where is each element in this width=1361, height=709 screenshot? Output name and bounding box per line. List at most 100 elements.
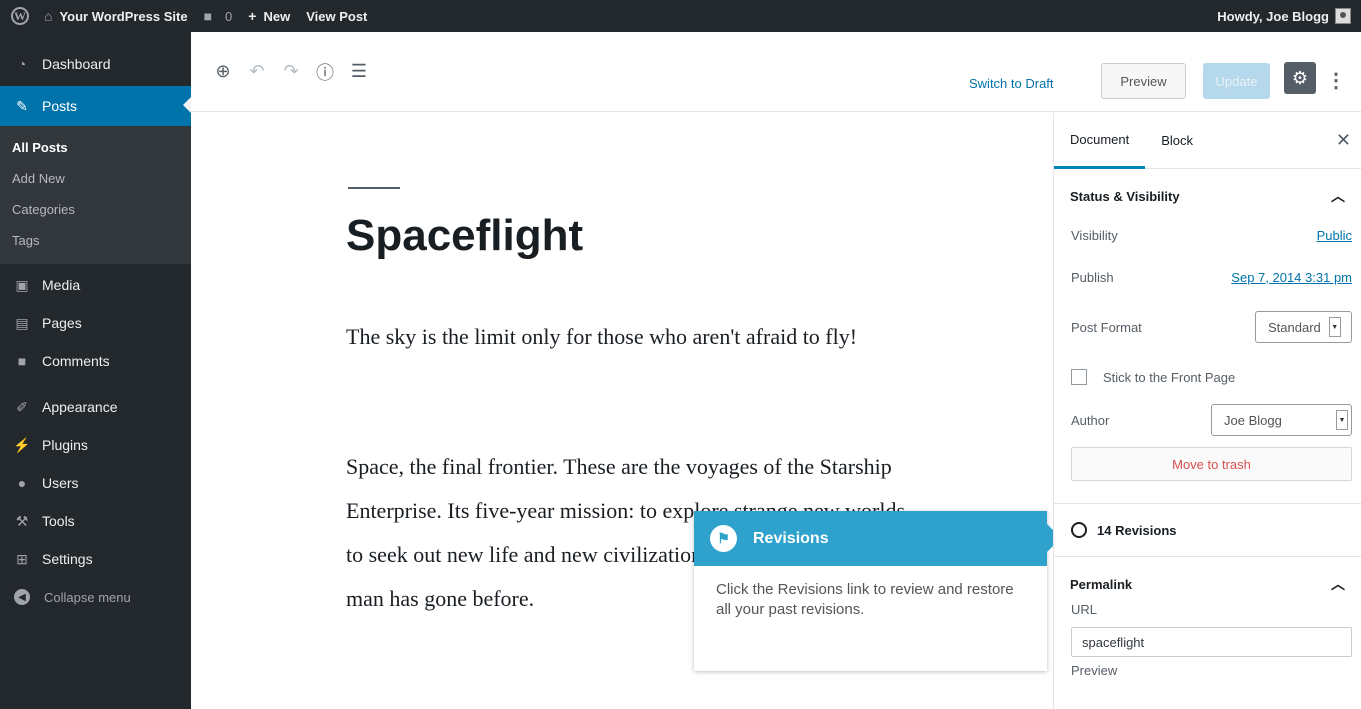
- select-value: Standard: [1268, 319, 1321, 335]
- post-format-select[interactable]: Standard ▼: [1255, 311, 1352, 343]
- collapse-menu-label: Collapse menu: [44, 589, 131, 605]
- status-visibility-toggle[interactable]: Status & Visibility ︿: [1054, 169, 1361, 223]
- comment-icon: ■: [17, 353, 27, 369]
- sidebar-item-plugins[interactable]: ⚡ Plugins: [0, 426, 191, 464]
- wordpress-logo-icon[interactable]: W: [4, 0, 36, 32]
- sidebar-item-label: Users: [42, 475, 79, 491]
- url-slug-input[interactable]: spaceflight: [1071, 627, 1352, 657]
- site-name-link[interactable]: ⌂ Your WordPress Site: [36, 0, 196, 32]
- visibility-label: Visibility: [1071, 227, 1118, 243]
- revisions-label: 14 Revisions: [1097, 522, 1177, 538]
- sidebar-item-settings[interactable]: ⊞ Settings: [0, 540, 191, 578]
- collapse-arrow-icon: ◀: [14, 589, 30, 605]
- sidebar-item-label: Pages: [42, 315, 82, 331]
- my-account-link[interactable]: Howdy, Joe Blogg: [1209, 0, 1361, 32]
- visibility-link[interactable]: Public: [1317, 228, 1352, 243]
- section-title: Permalink: [1070, 576, 1133, 592]
- stick-label: Stick to the Front Page: [1103, 369, 1236, 385]
- redo-icon[interactable]: ↷: [279, 60, 303, 84]
- editor-toolbar: ⊕ ↶ ↷ ⓘ ☰ Switch to Draft Preview Update…: [191, 32, 1361, 112]
- admin-sidebar: ◔ Dashboard ✎ Posts All Posts Add New Ca…: [0, 32, 191, 709]
- revisions-link[interactable]: 14 Revisions: [1054, 504, 1361, 556]
- visibility-row: Visibility Public: [1054, 219, 1361, 251]
- comments-count: 0: [225, 8, 233, 24]
- settings-sidebar: Document Block ✕ Status & Visibility ︿ V…: [1053, 113, 1361, 709]
- settings-sliders-icon: ⊞: [16, 550, 28, 567]
- sidebar-item-label: Dashboard: [42, 56, 111, 72]
- stick-row: Stick to the Front Page: [1054, 355, 1361, 399]
- move-to-trash-button[interactable]: Move to trash: [1071, 447, 1352, 481]
- outline-icon[interactable]: ☰: [347, 60, 371, 84]
- sidebar-item-media[interactable]: ▣ Media: [0, 266, 191, 304]
- info-icon[interactable]: ⓘ: [313, 60, 337, 84]
- view-post-label: View Post: [306, 8, 368, 24]
- sidebar-item-comments[interactable]: ■ Comments: [0, 342, 191, 380]
- sidebar-item-label: Tools: [42, 513, 75, 529]
- sidebar-item-tools[interactable]: ⚒ Tools: [0, 502, 191, 540]
- settings-tabs: Document Block ✕: [1054, 113, 1361, 169]
- tab-document[interactable]: Document: [1054, 113, 1146, 169]
- update-button[interactable]: Update: [1203, 63, 1270, 99]
- tab-block[interactable]: Block: [1145, 113, 1209, 169]
- clock-history-icon: [1071, 522, 1087, 538]
- sidebar-subitem-add-new[interactable]: Add New: [0, 163, 191, 194]
- tooltip-header: ⚑ Revisions: [694, 511, 1061, 566]
- sidebar-subitem-categories[interactable]: Categories: [0, 194, 191, 225]
- url-label-row: URL: [1054, 599, 1361, 619]
- revisions-tooltip: ⚑ Revisions Click the Revisions link to …: [694, 511, 1061, 671]
- publish-date-link[interactable]: Sep 7, 2014 3:31 pm: [1231, 270, 1352, 285]
- sidebar-item-label: Settings: [42, 551, 93, 567]
- url-label: URL: [1071, 601, 1098, 617]
- preview-label-row: Preview: [1054, 659, 1361, 681]
- stick-checkbox[interactable]: [1071, 369, 1087, 385]
- chevron-up-icon: ︿: [1331, 188, 1345, 204]
- chevron-down-icon: ▼: [1336, 410, 1348, 430]
- sidebar-item-users[interactable]: ● Users: [0, 464, 191, 502]
- view-post-link[interactable]: View Post: [298, 0, 375, 32]
- new-label: New: [263, 8, 291, 24]
- close-icon[interactable]: ✕: [1336, 130, 1351, 151]
- title-divider: [348, 187, 400, 189]
- howdy-text: Howdy, Joe Blogg: [1217, 8, 1329, 24]
- post-format-label: Post Format: [1071, 319, 1142, 335]
- undo-icon[interactable]: ↶: [245, 60, 269, 84]
- collapse-menu-button[interactable]: ◀ Collapse menu: [0, 578, 191, 616]
- flag-icon: ⚑: [710, 525, 737, 552]
- sidebar-subitem-all-posts[interactable]: All Posts: [0, 132, 191, 163]
- sidebar-item-appearance[interactable]: ✐ Appearance: [0, 388, 191, 426]
- post-format-row: Post Format Standard ▼: [1054, 299, 1361, 355]
- publish-label: Publish: [1071, 269, 1114, 285]
- sidebar-item-label: Media: [42, 277, 81, 293]
- pushpin-icon: ✎: [16, 97, 28, 114]
- more-options-icon[interactable]: ⋮: [1326, 64, 1346, 96]
- sidebar-item-label: Plugins: [42, 437, 88, 453]
- preview-button[interactable]: Preview: [1101, 63, 1186, 99]
- new-content-link[interactable]: + New: [240, 0, 298, 32]
- preview-label: Preview: [1071, 662, 1118, 678]
- sidebar-item-posts[interactable]: ✎ Posts: [0, 86, 191, 126]
- sidebar-item-dashboard[interactable]: ◔ Dashboard: [0, 44, 191, 84]
- plus-icon: +: [248, 8, 257, 24]
- paragraph-block[interactable]: The sky is the limit only for those who …: [346, 315, 916, 359]
- posts-submenu: All Posts Add New Categories Tags: [0, 126, 191, 264]
- home-icon: ⌂: [44, 8, 53, 24]
- settings-gear-icon[interactable]: ⚙: [1284, 62, 1316, 94]
- add-block-icon[interactable]: ⊕: [211, 60, 235, 84]
- post-title[interactable]: Spaceflight: [346, 211, 583, 261]
- author-select[interactable]: Joe Blogg ▼: [1211, 404, 1352, 436]
- plug-icon: ⚡: [13, 436, 31, 453]
- switch-to-draft-button[interactable]: Switch to Draft: [969, 76, 1054, 91]
- select-value: Joe Blogg: [1224, 412, 1282, 428]
- sidebar-item-label: Appearance: [42, 399, 118, 415]
- sidebar-subitem-tags[interactable]: Tags: [0, 225, 191, 256]
- comment-bubble-icon: ■: [203, 8, 213, 24]
- avatar: [1335, 8, 1351, 24]
- media-icon: ▣: [15, 276, 29, 293]
- user-icon: ●: [17, 475, 27, 491]
- author-label: Author: [1071, 412, 1110, 428]
- sidebar-item-pages[interactable]: ▤ Pages: [0, 304, 191, 342]
- comments-link[interactable]: ■ 0: [196, 0, 241, 32]
- publish-row: Publish Sep 7, 2014 3:31 pm: [1054, 255, 1361, 299]
- sidebar-item-label: Comments: [42, 353, 110, 369]
- tooltip-title: Revisions: [753, 529, 829, 547]
